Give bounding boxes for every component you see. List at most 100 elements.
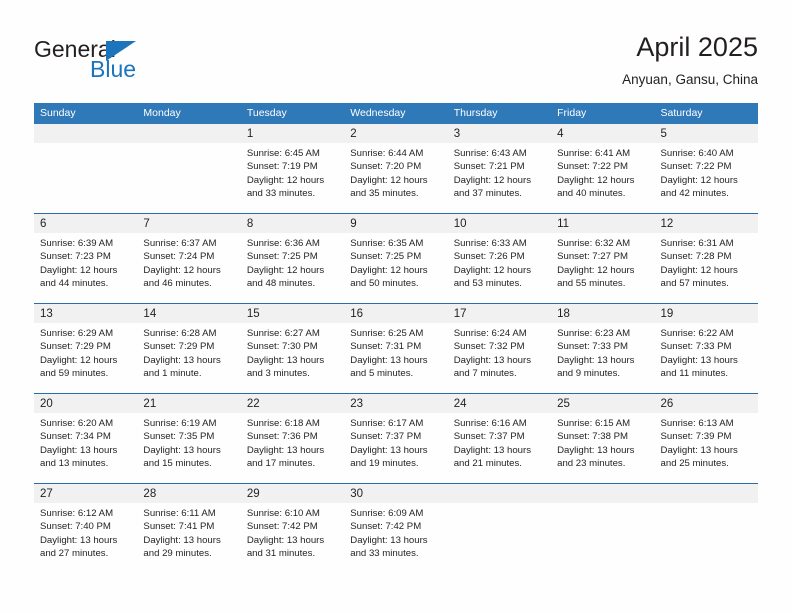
logo-text-blue: Blue bbox=[90, 56, 137, 82]
day-number-band: 23 bbox=[344, 394, 448, 413]
day-number-band: 27 bbox=[34, 484, 138, 503]
calendar-day-cell[interactable]: 13 Sunrise: 6:29 AM Sunset: 7:29 PM Dayligh… bbox=[34, 304, 138, 393]
calendar-week-row: 6 Sunrise: 6:39 AM Sunset: 7:23 PM Daylight… bbox=[34, 213, 758, 303]
sunrise-text: Sunrise: 6:31 AM bbox=[660, 238, 734, 249]
daylight-text: Daylight: 13 hours and 25 minutes. bbox=[660, 444, 738, 470]
day-number-band: 22 bbox=[240, 394, 345, 413]
calendar-page: General Blue April 2025 Anyuan, Gansu, C… bbox=[0, 0, 792, 612]
sunset-text: Sunset: 7:30 PM bbox=[246, 341, 318, 353]
day-sun-info: Sunrise: 6:17 AM Sunset: 7:37 PM Daylight:… bbox=[344, 413, 447, 471]
daylight-text: Daylight: 12 hours and 44 minutes. bbox=[40, 264, 118, 290]
day-number-band bbox=[654, 484, 758, 503]
sunset-text: Sunset: 7:33 PM bbox=[557, 341, 629, 353]
calendar-week-row: 1 Sunrise: 6:45 AM Sunset: 7:19 PM Daylight… bbox=[34, 124, 758, 213]
sunset-text: Sunset: 7:35 PM bbox=[143, 431, 215, 443]
weekday-header-friday: Friday bbox=[557, 107, 587, 119]
calendar-day-cell[interactable]: 7 Sunrise: 6:37 AM Sunset: 7:24 PM Daylight… bbox=[137, 214, 241, 303]
calendar-day-cell-empty bbox=[654, 484, 758, 573]
sunrise-text: Sunrise: 6:22 AM bbox=[660, 328, 734, 339]
calendar-day-cell[interactable]: 12 Sunrise: 6:31 AM Sunset: 7:28 PM Dayligh… bbox=[654, 214, 758, 303]
calendar-day-cell[interactable]: 16 Sunrise: 6:25 AM Sunset: 7:31 PM Dayligh… bbox=[344, 304, 448, 393]
calendar-day-cell[interactable]: 2 Sunrise: 6:44 AM Sunset: 7:20 PM Daylight… bbox=[344, 124, 448, 213]
daylight-text: Daylight: 13 hours and 9 minutes. bbox=[557, 354, 635, 380]
sunset-text: Sunset: 7:36 PM bbox=[246, 431, 318, 443]
weekday-header-wednesday: Wednesday bbox=[350, 107, 406, 119]
calendar-day-cell[interactable]: 20 Sunrise: 6:20 AM Sunset: 7:34 PM Dayligh… bbox=[34, 394, 138, 483]
day-sun-info: Sunrise: 6:18 AM Sunset: 7:36 PM Daylight:… bbox=[241, 413, 344, 471]
day-number: 7 bbox=[143, 218, 150, 230]
daylight-text: Daylight: 13 hours and 11 minutes. bbox=[660, 354, 738, 380]
day-number: 1 bbox=[246, 128, 254, 140]
calendar-week-row: 27 Sunrise: 6:12 AM Sunset: 7:40 PM Dayligh… bbox=[34, 483, 758, 573]
calendar-day-cell[interactable]: 6 Sunrise: 6:39 AM Sunset: 7:23 PM Daylight… bbox=[34, 214, 138, 303]
sunrise-text: Sunrise: 6:10 AM bbox=[246, 508, 320, 519]
calendar-day-cell[interactable]: 1 Sunrise: 6:45 AM Sunset: 7:19 PM Daylight… bbox=[240, 124, 345, 213]
day-number: 8 bbox=[246, 218, 254, 230]
calendar-day-cell[interactable]: 18 Sunrise: 6:23 AM Sunset: 7:33 PM Dayligh… bbox=[551, 304, 655, 393]
calendar-day-cell[interactable]: 22 Sunrise: 6:18 AM Sunset: 7:36 PM Dayligh… bbox=[240, 394, 345, 483]
calendar-day-cell[interactable]: 8 Sunrise: 6:36 AM Sunset: 7:25 PM Daylight… bbox=[240, 214, 345, 303]
page-subtitle: Anyuan, Gansu, China bbox=[622, 72, 758, 87]
day-sun-info: Sunrise: 6:10 AM Sunset: 7:42 PM Daylight:… bbox=[241, 503, 344, 561]
sunrise-text: Sunrise: 6:39 AM bbox=[40, 238, 114, 249]
sunrise-text: Sunrise: 6:25 AM bbox=[350, 328, 424, 339]
calendar-day-cell[interactable]: 26 Sunrise: 6:13 AM Sunset: 7:39 PM Dayligh… bbox=[654, 394, 758, 483]
weekday-header-monday: Monday bbox=[143, 107, 181, 119]
sunrise-text: Sunrise: 6:12 AM bbox=[40, 508, 114, 519]
sunset-text: Sunset: 7:25 PM bbox=[246, 251, 318, 263]
calendar-day-cell[interactable]: 19 Sunrise: 6:22 AM Sunset: 7:33 PM Dayligh… bbox=[654, 304, 758, 393]
calendar-day-cell[interactable]: 15 Sunrise: 6:27 AM Sunset: 7:30 PM Dayligh… bbox=[240, 304, 345, 393]
daylight-text: Daylight: 12 hours and 46 minutes. bbox=[143, 264, 221, 290]
day-number: 25 bbox=[557, 398, 570, 410]
calendar-day-cell[interactable]: 11 Sunrise: 6:32 AM Sunset: 7:27 PM Dayligh… bbox=[551, 214, 655, 303]
daylight-text: Daylight: 13 hours and 13 minutes. bbox=[40, 444, 118, 470]
day-number-band: 25 bbox=[551, 394, 655, 413]
day-sun-info: Sunrise: 6:09 AM Sunset: 7:42 PM Daylight:… bbox=[344, 503, 447, 561]
calendar-day-cell[interactable]: 23 Sunrise: 6:17 AM Sunset: 7:37 PM Dayligh… bbox=[344, 394, 448, 483]
calendar-day-cell[interactable]: 30 Sunrise: 6:09 AM Sunset: 7:42 PM Dayligh… bbox=[344, 484, 448, 573]
day-number: 26 bbox=[660, 398, 674, 410]
sunset-text: Sunset: 7:29 PM bbox=[143, 341, 215, 353]
day-number: 21 bbox=[143, 398, 157, 410]
day-sun-info: Sunrise: 6:27 AM Sunset: 7:30 PM Daylight:… bbox=[241, 323, 344, 381]
calendar-day-cell[interactable]: 14 Sunrise: 6:28 AM Sunset: 7:29 PM Dayligh… bbox=[137, 304, 241, 393]
day-number-band: 3 bbox=[447, 124, 552, 143]
day-sun-info: Sunrise: 6:45 AM Sunset: 7:19 PM Daylight:… bbox=[241, 143, 344, 201]
day-number-band: 1 bbox=[240, 124, 345, 143]
day-sun-info: Sunrise: 6:13 AM Sunset: 7:39 PM Daylight:… bbox=[655, 413, 758, 471]
day-number-band: 5 bbox=[654, 124, 758, 143]
daylight-text: Daylight: 12 hours and 59 minutes. bbox=[40, 354, 118, 380]
calendar-day-cell[interactable]: 4 Sunrise: 6:41 AM Sunset: 7:22 PM Daylight… bbox=[551, 124, 655, 213]
day-number: 22 bbox=[246, 398, 260, 410]
calendar-day-cell[interactable]: 17 Sunrise: 6:24 AM Sunset: 7:32 PM Dayligh… bbox=[447, 304, 552, 393]
day-number-band: 19 bbox=[654, 304, 758, 323]
sunrise-text: Sunrise: 6:15 AM bbox=[557, 418, 631, 429]
day-sun-info: Sunrise: 6:31 AM Sunset: 7:28 PM Daylight:… bbox=[655, 233, 758, 291]
day-sun-info: Sunrise: 6:22 AM Sunset: 7:33 PM Daylight:… bbox=[655, 323, 758, 381]
calendar-day-cell[interactable]: 5 Sunrise: 6:40 AM Sunset: 7:22 PM Daylight… bbox=[654, 124, 758, 213]
calendar-day-cell[interactable]: 9 Sunrise: 6:35 AM Sunset: 7:25 PM Daylight… bbox=[344, 214, 448, 303]
calendar-table: Sunday Monday Tuesday Wednesday Thursday… bbox=[34, 103, 758, 573]
daylight-text: Daylight: 12 hours and 37 minutes. bbox=[453, 174, 532, 200]
calendar-day-cell[interactable]: 21 Sunrise: 6:19 AM Sunset: 7:35 PM Dayligh… bbox=[137, 394, 241, 483]
sunrise-text: Sunrise: 6:44 AM bbox=[350, 148, 424, 159]
calendar-day-cell[interactable]: 29 Sunrise: 6:10 AM Sunset: 7:42 PM Dayligh… bbox=[240, 484, 345, 573]
day-number: 23 bbox=[350, 398, 364, 410]
sunset-text: Sunset: 7:27 PM bbox=[557, 251, 629, 263]
calendar-day-cell-empty bbox=[137, 124, 241, 213]
calendar-day-cell[interactable]: 25 Sunrise: 6:15 AM Sunset: 7:38 PM Dayligh… bbox=[551, 394, 655, 483]
general-blue-logo[interactable]: General Blue bbox=[34, 36, 204, 86]
calendar-day-cell[interactable]: 28 Sunrise: 6:11 AM Sunset: 7:41 PM Dayligh… bbox=[137, 484, 241, 573]
calendar-day-cell[interactable]: 24 Sunrise: 6:16 AM Sunset: 7:37 PM Dayligh… bbox=[447, 394, 552, 483]
day-number: 11 bbox=[557, 218, 570, 230]
sunset-text: Sunset: 7:42 PM bbox=[350, 521, 422, 533]
day-sun-info: Sunrise: 6:40 AM Sunset: 7:22 PM Daylight:… bbox=[655, 143, 758, 201]
calendar-day-cell[interactable]: 10 Sunrise: 6:33 AM Sunset: 7:26 PM Dayligh… bbox=[447, 214, 552, 303]
day-number-band: 9 bbox=[344, 214, 448, 233]
sunrise-text: Sunrise: 6:33 AM bbox=[453, 238, 527, 249]
day-number-band: 21 bbox=[137, 394, 241, 413]
calendar-day-cell[interactable]: 27 Sunrise: 6:12 AM Sunset: 7:40 PM Dayligh… bbox=[34, 484, 138, 573]
day-number-band: 28 bbox=[137, 484, 241, 503]
calendar-day-cell[interactable]: 3 Sunrise: 6:43 AM Sunset: 7:21 PM Daylight… bbox=[447, 124, 552, 213]
sunset-text: Sunset: 7:28 PM bbox=[660, 251, 732, 263]
